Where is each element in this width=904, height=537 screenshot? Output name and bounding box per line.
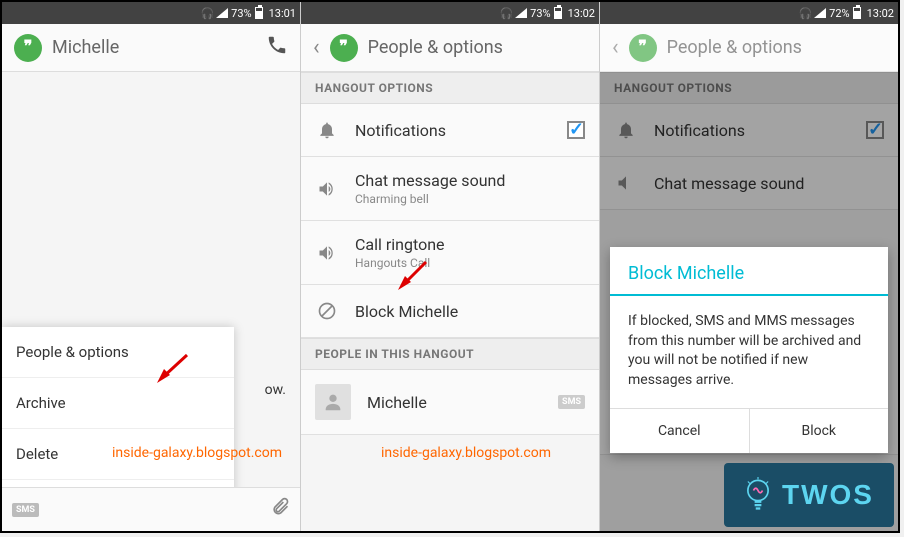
ringtone-item[interactable]: Call ringtone Hangouts Call bbox=[301, 221, 599, 285]
menu-people-options[interactable]: People & options bbox=[2, 327, 234, 378]
dialog-message: If blocked, SMS and MMS messages from th… bbox=[610, 298, 888, 408]
block-item[interactable]: Block Michelle bbox=[301, 285, 599, 338]
notifications-item[interactable]: Notifications bbox=[301, 104, 599, 157]
clock: 13:02 bbox=[568, 7, 595, 20]
battery-percent: 72% bbox=[829, 7, 849, 20]
notifications-label: Notifications bbox=[355, 121, 551, 140]
headphones-icon: 🎧 bbox=[200, 7, 214, 20]
watermark: inside-galaxy.blogspot.com bbox=[112, 445, 282, 461]
hangouts-logo-icon[interactable] bbox=[14, 34, 42, 62]
chat-sound-label: Chat message sound bbox=[355, 171, 585, 190]
section-hangout-options: HANGOUT OPTIONS bbox=[301, 72, 599, 104]
block-button[interactable]: Block bbox=[750, 409, 889, 453]
bell-icon bbox=[315, 118, 339, 142]
message-preview: ow. bbox=[265, 382, 286, 398]
back-icon[interactable]: ‹ bbox=[313, 35, 320, 60]
sms-badge: SMS bbox=[558, 395, 585, 409]
chat-sound-item[interactable]: Chat message sound Charming bell bbox=[301, 157, 599, 221]
headphones-icon: 🎧 bbox=[499, 7, 513, 20]
status-bar: 🎧 73% 13:02 bbox=[301, 2, 599, 24]
signal-icon bbox=[515, 8, 527, 18]
battery-icon bbox=[853, 7, 861, 19]
hangouts-logo-icon[interactable] bbox=[629, 34, 657, 62]
lightbulb-icon bbox=[744, 477, 772, 513]
signal-icon bbox=[216, 8, 228, 18]
attachment-icon[interactable] bbox=[270, 497, 290, 522]
call-icon[interactable] bbox=[266, 34, 288, 62]
person-item[interactable]: Michelle SMS bbox=[301, 370, 599, 435]
page-title: People & options bbox=[667, 37, 886, 58]
clock: 13:01 bbox=[269, 7, 296, 20]
back-icon[interactable]: ‹ bbox=[612, 35, 619, 60]
sms-badge: SMS bbox=[12, 503, 39, 517]
speaker-icon bbox=[315, 241, 339, 265]
hangouts-logo-icon[interactable] bbox=[330, 34, 358, 62]
battery-percent: 73% bbox=[530, 7, 550, 20]
avatar bbox=[315, 384, 351, 420]
notifications-checkbox[interactable] bbox=[567, 121, 585, 139]
chat-content: ow. People & options Archive Delete Help… bbox=[2, 72, 300, 531]
ringtone-value: Hangouts Call bbox=[355, 256, 585, 270]
app-header: ‹ People & options bbox=[600, 24, 898, 72]
clock: 13:02 bbox=[867, 7, 894, 20]
chat-sound-value: Charming bell bbox=[355, 192, 585, 206]
settings-content: HANGOUT OPTIONS Notifications Chat messa… bbox=[301, 72, 599, 531]
app-header: ‹ People & options bbox=[301, 24, 599, 72]
compose-bar[interactable]: SMS bbox=[2, 487, 300, 531]
watermark: inside-galaxy.blogspot.com bbox=[381, 445, 551, 461]
divider bbox=[610, 294, 888, 296]
phone-screen-2: 🎧 73% 13:02 ‹ People & options HANGOUT O… bbox=[301, 2, 600, 531]
cancel-button[interactable]: Cancel bbox=[610, 409, 750, 453]
block-icon bbox=[315, 299, 339, 323]
phone-screen-3: 🎧 72% 13:02 ‹ People & options HANGOUT O… bbox=[600, 2, 898, 531]
headphones-icon: 🎧 bbox=[798, 7, 812, 20]
phone-screen-1: 🎧 73% 13:01 Michelle ow. People & option… bbox=[2, 2, 301, 531]
status-bar: 🎧 73% 13:01 bbox=[2, 2, 300, 24]
dialog-title: Block Michelle bbox=[610, 247, 888, 294]
twos-logo-badge: TWOS bbox=[724, 463, 894, 527]
battery-icon bbox=[554, 7, 562, 19]
conversation-title: Michelle bbox=[52, 37, 256, 58]
battery-icon bbox=[255, 7, 263, 19]
section-people: PEOPLE IN THIS HANGOUT bbox=[301, 338, 599, 370]
page-title: People & options bbox=[368, 37, 587, 58]
block-dialog: Block Michelle If blocked, SMS and MMS m… bbox=[610, 247, 888, 453]
dialog-actions: Cancel Block bbox=[610, 408, 888, 453]
speaker-icon bbox=[315, 177, 339, 201]
person-name: Michelle bbox=[367, 393, 542, 412]
block-label: Block Michelle bbox=[355, 302, 585, 321]
twos-label: TWOS bbox=[782, 479, 874, 511]
ringtone-label: Call ringtone bbox=[355, 235, 585, 254]
app-header: Michelle bbox=[2, 24, 300, 72]
status-bar: 🎧 72% 13:02 bbox=[600, 2, 898, 24]
signal-icon bbox=[814, 8, 826, 18]
menu-archive[interactable]: Archive bbox=[2, 378, 234, 429]
battery-percent: 73% bbox=[231, 7, 251, 20]
